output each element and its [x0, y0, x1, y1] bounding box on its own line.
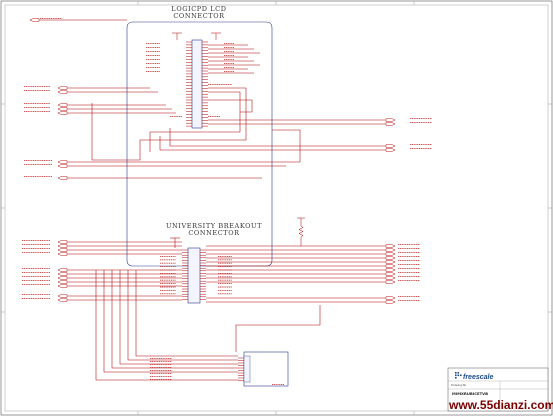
breakout-connector-title-line2: CONNECTOR [188, 229, 240, 237]
sd-connector [238, 351, 289, 387]
net-wire [135, 270, 238, 357]
offpage-flag [57, 176, 68, 180]
breakout-connector [182, 247, 206, 304]
lcd-connector [172, 32, 221, 129]
offpage-flag [57, 284, 68, 288]
offpage-flag [57, 272, 68, 276]
watermark: www.55dianzi.com [448, 398, 553, 412]
offpage-flag [57, 107, 68, 111]
net-wire [95, 270, 238, 381]
offpage-flag [57, 86, 68, 90]
offpage-flag [57, 240, 68, 244]
offpage-flag [57, 244, 68, 248]
offpage-flag [385, 296, 396, 300]
drawing-number-label: Drawing No. [451, 383, 467, 387]
net-wire [103, 270, 238, 373]
offpage-flag [385, 122, 396, 126]
offpage-flag [385, 272, 396, 276]
offpage-flag [385, 252, 396, 256]
offpage-flag [57, 103, 68, 107]
offpage-flag [385, 144, 396, 148]
offpage-flag [57, 164, 68, 168]
offpage-flag [385, 268, 396, 272]
offpage-flag [57, 111, 68, 115]
offpage-flag [57, 90, 68, 94]
offpage-flag [57, 276, 68, 280]
offpage-flag [385, 148, 396, 152]
lcd-connector-title-line2: CONNECTOR [173, 12, 225, 20]
offpage-flag [385, 248, 396, 252]
net-wire [235, 305, 321, 352]
schematic-sheet: LOGICPD LCD CONNECTOR UNIVERSITY BREAKOU… [0, 0, 553, 416]
net-flags [22, 17, 432, 385]
offpage-flag [385, 264, 396, 268]
board-name: MIMXRUBICETVB [452, 391, 488, 396]
offpage-flag [57, 248, 68, 252]
offpage-flag [385, 260, 396, 264]
offpage-flag [385, 276, 396, 280]
offpage-flag [57, 280, 68, 284]
offpage-flag [385, 256, 396, 260]
offpage-flag [57, 268, 68, 272]
offpage-flag [57, 298, 68, 302]
net-wire [127, 270, 238, 361]
offpage-flag [385, 244, 396, 248]
offpage-flag [57, 252, 68, 256]
net-wire [169, 128, 395, 147]
offpage-flag [57, 160, 68, 164]
net-wire [208, 99, 253, 113]
offpage-flag [385, 280, 396, 284]
offpage-flag [29, 18, 40, 22]
pullup-resistor [297, 217, 305, 246]
offpage-flag [57, 294, 68, 298]
brand-logo-text: freescale [463, 374, 493, 381]
net-wire [111, 270, 238, 369]
net-wires [30, 19, 395, 381]
offpage-flag [385, 300, 396, 304]
offpage-flag [385, 118, 396, 122]
net-wire [119, 270, 238, 365]
net-wire [159, 136, 395, 151]
